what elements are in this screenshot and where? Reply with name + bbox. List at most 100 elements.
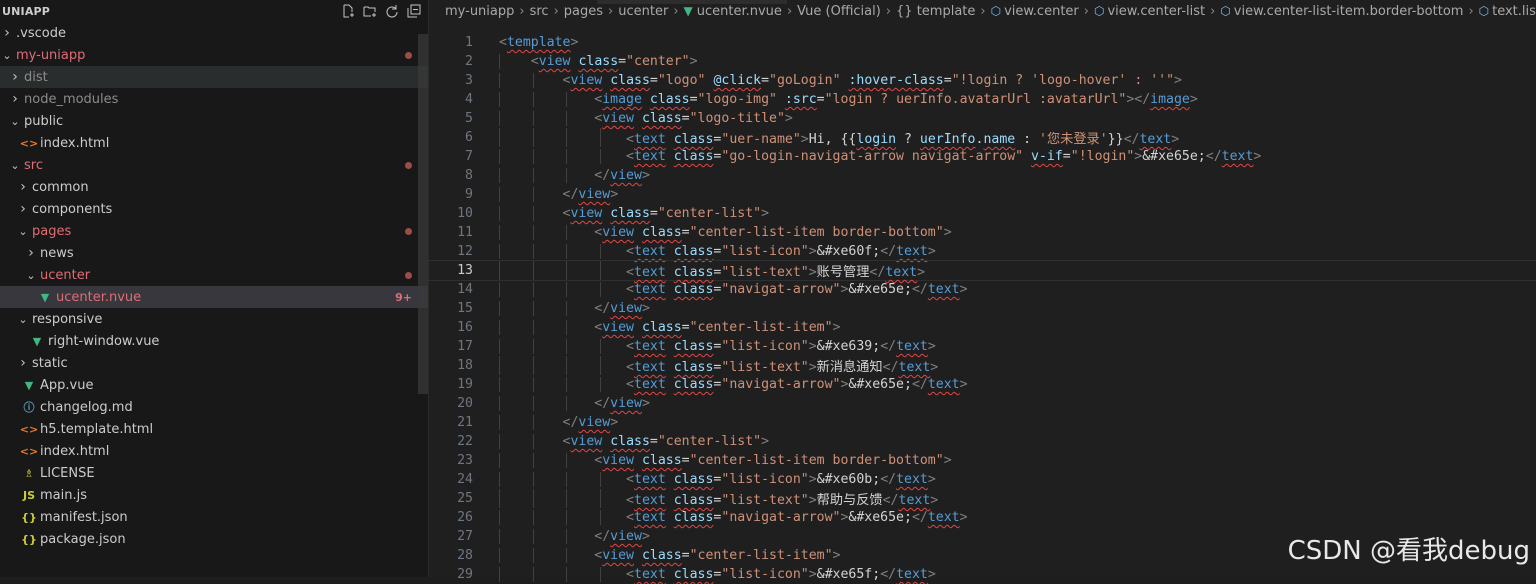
code-line[interactable]: 4 <image class="logo-img" :src="login ? … xyxy=(429,90,1536,109)
breadcrumb-item[interactable]: ⬡ view.center xyxy=(991,4,1079,19)
tree-file[interactable]: ⓘ changelog.md xyxy=(0,396,428,418)
code-token: < xyxy=(626,244,634,259)
indent-guide xyxy=(499,261,500,280)
code-line[interactable]: 21 </view> xyxy=(429,413,1536,432)
code-token: > xyxy=(570,35,579,50)
tree-file[interactable]: {} package.json xyxy=(0,528,428,550)
code-token: view xyxy=(570,73,603,88)
code-token: text xyxy=(634,360,666,375)
tree-file[interactable]: <> index.html xyxy=(0,132,428,154)
tree-file[interactable]: {} manifest.json xyxy=(0,506,428,528)
code-line[interactable]: 2 <view class="center"> xyxy=(429,52,1536,71)
code-line[interactable]: 13 <text class="list-text">账号管理</text> xyxy=(428,260,1536,281)
breadcrumb-item[interactable]: ⬡ view.center-list xyxy=(1094,4,1205,19)
code-text: </view> xyxy=(499,301,650,316)
breadcrumb-item[interactable]: {} template xyxy=(896,4,975,19)
code-line[interactable]: 14 <text class="navigat-arrow">&#xe65e;<… xyxy=(429,280,1536,299)
tree-folder[interactable]: ⌄ src xyxy=(0,154,428,176)
tree-file[interactable]: <> h5.template.html xyxy=(0,418,428,440)
code-token: < xyxy=(626,282,634,297)
code-line[interactable]: 17 <text class="list-icon">&#xe639;</tex… xyxy=(429,337,1536,356)
code-line[interactable]: 22 <view class="center-list"> xyxy=(429,432,1536,451)
code-token: text xyxy=(927,377,960,392)
code-line[interactable]: 29 <text class="list-icon">&#xe65f;</tex… xyxy=(429,565,1536,584)
tree-file[interactable]: ▼ ucenter.nvue 9+ xyxy=(0,286,428,308)
code-token: </ xyxy=(882,360,899,375)
tree-file[interactable]: <> index.html xyxy=(0,440,428,462)
markdown-file-icon: ⓘ xyxy=(23,401,35,414)
code-line[interactable]: 8 </view> xyxy=(429,166,1536,185)
tree-folder[interactable]: › static xyxy=(0,352,428,374)
code-line[interactable]: 23 <view class="center-list-item border-… xyxy=(429,451,1536,470)
new-folder-icon[interactable] xyxy=(362,3,378,19)
tree-folder[interactable]: ⌄ pages xyxy=(0,220,428,242)
code-line[interactable]: 20 </view> xyxy=(429,394,1536,413)
collapse-all-icon[interactable] xyxy=(406,3,422,19)
code-line[interactable]: 11 <view class="center-list-item border-… xyxy=(429,223,1536,242)
chevron-right-icon: › xyxy=(980,3,986,19)
code-line[interactable]: 26 <text class="navigat-arrow">&#xe65e;<… xyxy=(429,508,1536,527)
line-number: 17 xyxy=(457,339,473,354)
code-line[interactable]: 10 <view class="center-list"> xyxy=(429,204,1536,223)
tree-folder[interactable]: › node_modules xyxy=(0,88,428,110)
modified-dot xyxy=(405,271,412,279)
breadcrumb-item[interactable]: src xyxy=(530,4,549,19)
breadcrumb-item[interactable]: ⬡text.list-text xyxy=(1479,4,1536,19)
code-token: 新消息通知 xyxy=(816,360,883,375)
indent-guide xyxy=(566,168,568,183)
tree-file[interactable]: ♗ LICENSE xyxy=(0,462,428,484)
breadcrumb-item[interactable]: Vue (Official) xyxy=(797,4,881,19)
indent-guide xyxy=(566,320,568,335)
refresh-icon[interactable] xyxy=(384,3,400,19)
breadcrumb-item[interactable]: ucenter xyxy=(618,4,668,19)
code-token: class xyxy=(610,434,650,449)
code-line[interactable]: 3 <view class="logo" @click="goLogin" :h… xyxy=(429,71,1536,90)
tree-folder[interactable]: ⌄ ucenter xyxy=(0,264,428,286)
tree-folder[interactable]: ⌄ public xyxy=(0,110,428,132)
breadcrumb-item[interactable]: ⬡ view.center-list-item.border-bottom xyxy=(1220,4,1463,19)
tree-folder[interactable]: › .vscode xyxy=(0,22,428,44)
new-file-icon[interactable] xyxy=(340,3,356,19)
tree-folder[interactable]: ⌄ responsive xyxy=(0,308,428,330)
code-token: > xyxy=(689,54,698,69)
code-text: <view class="logo-title"> xyxy=(499,111,793,126)
tree-file[interactable]: ▼ right-window.vue xyxy=(0,330,428,352)
code-line[interactable]: 9 </view> xyxy=(429,185,1536,204)
breadcrumb-item[interactable]: pages xyxy=(564,4,603,19)
code-line[interactable]: 16 <view class="center-list-item"> xyxy=(429,318,1536,337)
code-line[interactable]: 19 <text class="navigat-arrow">&#xe65e;<… xyxy=(429,375,1536,394)
breadcrumb-item[interactable]: my-uniapp xyxy=(445,4,514,19)
code-token: </ xyxy=(911,510,928,525)
tree-file[interactable]: ▼ App.vue xyxy=(0,374,428,396)
chevron-right-icon: › xyxy=(20,355,26,371)
code-editor[interactable]: 1 <template> 2 <view class="center"> 3 <vie… xyxy=(428,33,1536,584)
code-token: view xyxy=(570,434,603,449)
code-line[interactable]: 24 <text class="list-icon">&#xe60b;</tex… xyxy=(429,470,1536,489)
code-line[interactable]: 1 <template> xyxy=(429,33,1536,52)
code-line[interactable]: 5 <view class="logo-title"> xyxy=(429,109,1536,128)
code-line[interactable]: 25 <text class="list-text">帮助与反馈</text> xyxy=(429,489,1536,508)
code-token: text xyxy=(634,339,666,354)
code-line[interactable]: 7 <text class="go-login-navigat-arrow na… xyxy=(429,147,1536,166)
tree-folder[interactable]: › common xyxy=(0,176,428,198)
indent-guide xyxy=(532,73,534,88)
explorer-scrollbar[interactable] xyxy=(418,34,428,394)
code-token: = xyxy=(689,92,698,107)
tree-folder[interactable]: › dist xyxy=(0,66,428,88)
tree-folder[interactable]: ⌄ my-uniapp xyxy=(0,44,428,66)
code-line[interactable]: 6 <text class="uer-name">Hi, {{login ? u… xyxy=(429,128,1536,147)
indent-guide xyxy=(532,128,534,147)
indent-guide xyxy=(499,168,500,183)
code-line[interactable]: 18 <text class="list-text">新消息通知</text> xyxy=(429,356,1536,375)
tree-folder[interactable]: › components xyxy=(0,198,428,220)
tree-item-label: public xyxy=(24,113,64,129)
code-line[interactable]: 15 </view> xyxy=(429,299,1536,318)
line-number: 25 xyxy=(457,491,473,506)
tree-file[interactable]: JS main.js xyxy=(0,484,428,506)
breadcrumb-item[interactable]: ▼ ucenter.nvue xyxy=(684,4,782,19)
tree-folder[interactable]: › news xyxy=(0,242,428,264)
code-line[interactable]: 12 <text class="list-icon">&#xe60f;</tex… xyxy=(429,242,1536,261)
